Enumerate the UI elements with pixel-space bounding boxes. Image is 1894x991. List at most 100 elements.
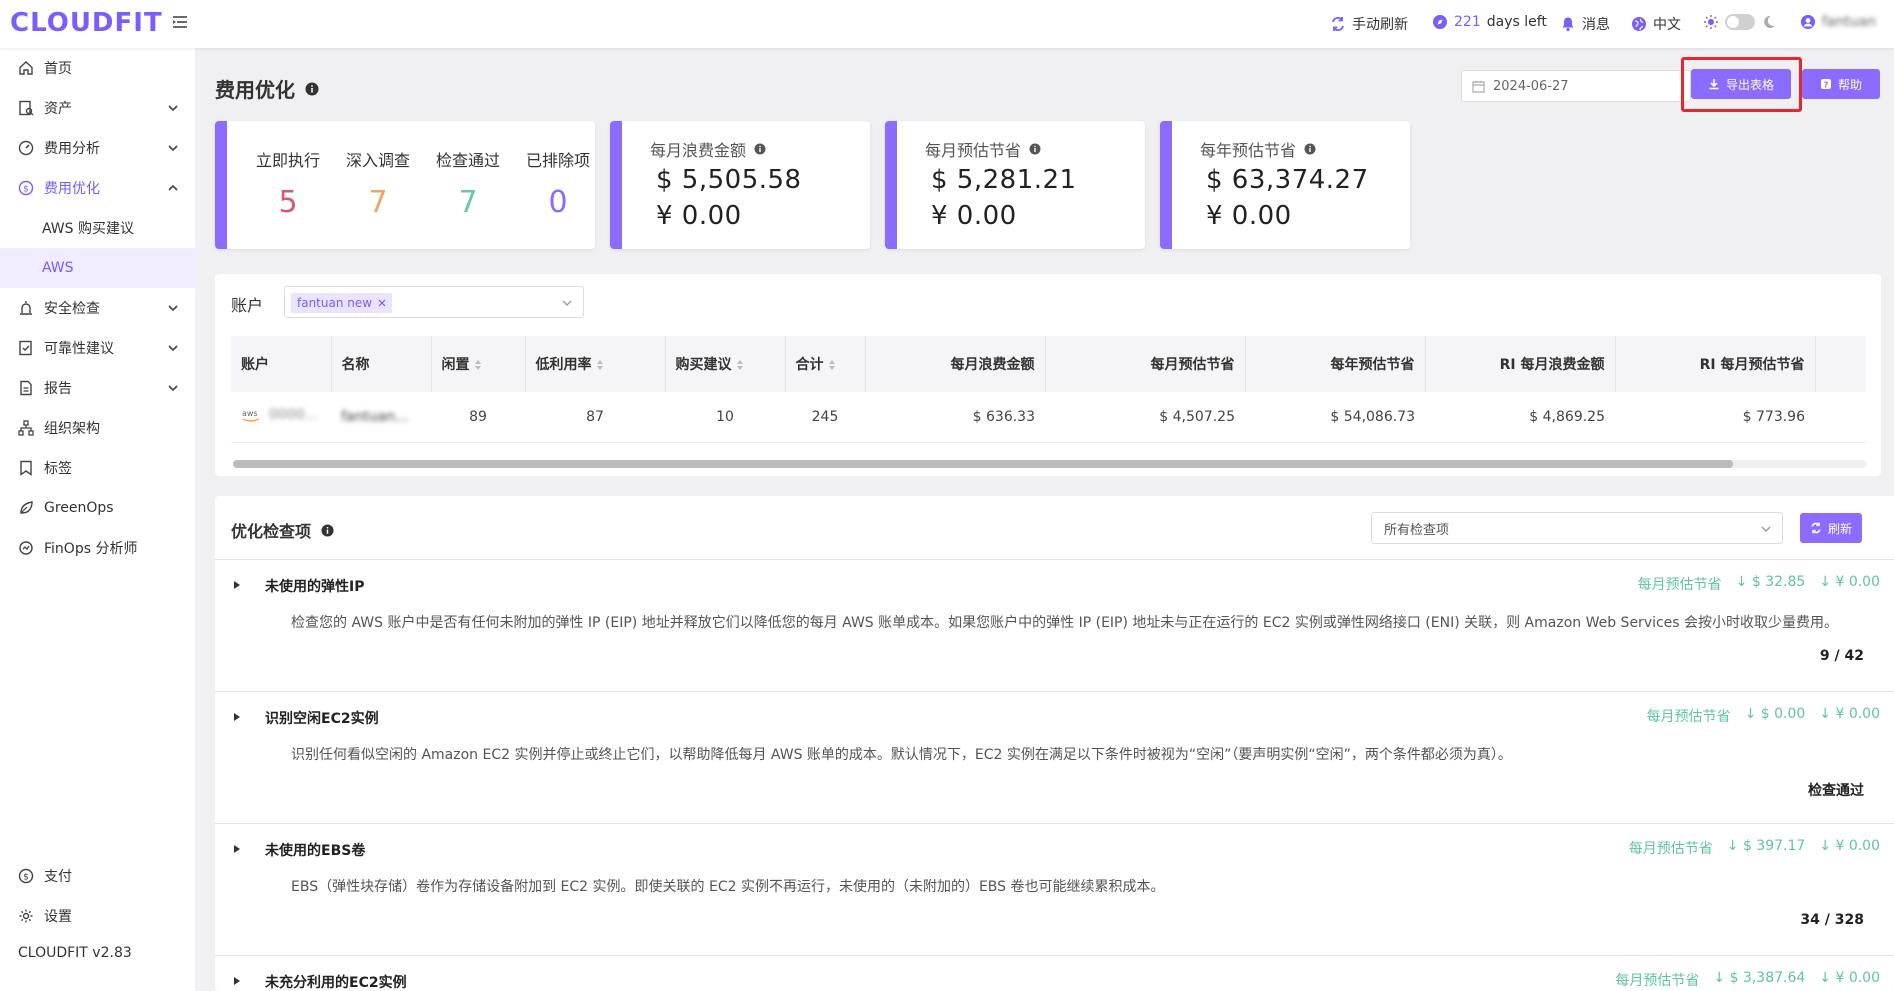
column-header-yearly-saving: 每年预估节省 <box>1245 336 1426 392</box>
messages-button[interactable]: 消息 <box>1560 14 1610 34</box>
stat-label: 深入调查 <box>345 151 410 170</box>
language-switch[interactable]: 中文 <box>1631 14 1681 34</box>
sort-icon[interactable] <box>828 359 836 371</box>
monthly-saving-card: 每月预估节省 $ 5,281.21 ¥ 0.00 <box>885 121 1145 249</box>
column-header-purchase[interactable]: 购买建议 <box>665 336 786 392</box>
check-item[interactable]: 未使用的弹性IP 每月预估节省 ↓ $ 32.85 ↓ ¥ 0.00 检查您的 … <box>215 560 1894 692</box>
menu-toggle-icon[interactable] <box>172 14 188 30</box>
org-chart-icon <box>18 420 34 436</box>
days-text: days left <box>1486 14 1547 30</box>
sidebar-item-settings[interactable]: 设置 <box>0 896 195 936</box>
column-header-idle[interactable]: 闲置 <box>431 336 526 392</box>
date-picker[interactable]: 2024-06-27 <box>1461 70 1691 102</box>
svg-text:$: $ <box>23 873 29 883</box>
sidebar: 首页 资产 费用分析 $ 费用优化 AWS 购买建议 AWS 安全检查 可靠性建… <box>0 48 195 991</box>
stat-excluded[interactable]: 已排除项 0 <box>513 147 595 220</box>
checklist-icon <box>18 340 34 356</box>
cell-low-util: 87 <box>525 392 665 443</box>
stat-passed[interactable]: 检查通过 7 <box>423 147 513 220</box>
saving-cny: ↓ ¥ 0.00 <box>1819 574 1880 590</box>
sidebar-item-security[interactable]: 安全检查 <box>0 288 195 328</box>
saving-usd: ↓ $ 32.85 <box>1735 574 1806 590</box>
sidebar-item-cost-analysis[interactable]: 费用分析 <box>0 128 195 168</box>
sidebar-item-greenops[interactable]: GreenOps <box>0 488 195 528</box>
sidebar-item-finops-analyst[interactable]: FinOps 分析师 <box>0 528 195 568</box>
account-tag[interactable]: fantuan new <box>291 293 393 313</box>
column-header-monthly-saving: 每月预估节省 <box>1045 336 1246 392</box>
sort-icon[interactable] <box>736 359 744 371</box>
caret-right-icon[interactable] <box>233 712 241 722</box>
sidebar-item-label: 可靠性建议 <box>44 341 114 357</box>
info-icon[interactable] <box>1029 143 1041 155</box>
theme-switch[interactable] <box>1703 14 1777 30</box>
gear-icon <box>18 908 34 924</box>
sidebar-item-tags[interactable]: 标签 <box>0 448 195 488</box>
stat-investigate[interactable]: 深入调查 7 <box>333 147 423 220</box>
sort-icon[interactable] <box>596 359 604 371</box>
sidebar-item-aws-purchase[interactable]: AWS 购买建议 <box>0 208 195 248</box>
check-filter-select[interactable]: 所有检查项 <box>1371 512 1783 544</box>
saving-label: 每月预估节省 <box>1646 709 1731 725</box>
help-icon: ? <box>1820 78 1832 90</box>
filter-value: 所有检查项 <box>1384 522 1450 538</box>
manual-refresh-button[interactable]: 手动刷新 <box>1330 14 1408 34</box>
days-count: 221 <box>1454 14 1481 30</box>
sidebar-item-home[interactable]: 首页 <box>0 48 195 88</box>
account-select[interactable]: fantuan new <box>284 286 584 318</box>
column-header-low-util[interactable]: 低利用率 <box>525 336 666 392</box>
export-table-button[interactable]: 导出表格 <box>1691 69 1791 99</box>
chevron-down-icon <box>167 302 179 314</box>
scrollbar-thumb[interactable] <box>233 460 1733 468</box>
table-row[interactable]: aws 0000... fantuan... 89 87 10 245 $ 636… <box>231 392 1866 443</box>
sidebar-item-payment[interactable]: $ 支付 <box>0 856 195 896</box>
cell-purchase: 10 <box>665 392 785 443</box>
monthly-waste-card: 每月浪费金额 $ 5,505.58 ¥ 0.00 <box>610 121 870 249</box>
page-title: 费用优化 <box>215 74 319 103</box>
horizontal-scrollbar[interactable] <box>233 460 1866 468</box>
caret-right-icon[interactable] <box>233 580 241 590</box>
sidebar-item-label: 支付 <box>44 869 72 885</box>
refresh-button[interactable]: 刷新 <box>1800 513 1862 543</box>
app-logo[interactable]: CLOUDFIT <box>10 8 163 38</box>
sort-icon[interactable] <box>474 359 482 371</box>
sidebar-item-reliability[interactable]: 可靠性建议 <box>0 328 195 368</box>
stat-value: 7 <box>458 185 478 220</box>
gauge-icon <box>18 140 34 156</box>
usd-amount: $ 5,505.58 <box>656 165 802 195</box>
stat-immediate[interactable]: 立即执行 5 <box>243 147 333 220</box>
saving-cny: ↓ ¥ 0.00 <box>1819 838 1880 854</box>
card-label: 每年预估节省 <box>1200 137 1316 161</box>
info-icon[interactable] <box>321 523 334 537</box>
sidebar-item-assets[interactable]: 资产 <box>0 88 195 128</box>
sun-icon <box>1703 14 1719 30</box>
aws-logo-icon: aws <box>241 408 263 422</box>
chevron-up-icon <box>167 182 179 194</box>
help-button[interactable]: ? 帮助 <box>1802 69 1880 99</box>
check-savings: 每月预估节省 ↓ $ 32.85 ↓ ¥ 0.00 <box>1638 574 1880 594</box>
column-header-total[interactable]: 合计 <box>785 336 866 392</box>
caret-right-icon[interactable] <box>233 976 241 986</box>
chevron-down-icon <box>167 142 179 154</box>
refresh-icon <box>1810 522 1822 534</box>
theme-toggle[interactable] <box>1725 14 1755 30</box>
sidebar-item-org[interactable]: 组织架构 <box>0 408 195 448</box>
user-menu[interactable]: fantuan <box>1800 14 1876 30</box>
alarm-icon <box>18 300 34 316</box>
check-count: 检查通过 <box>1808 783 1864 799</box>
analyst-icon <box>18 540 34 556</box>
manual-refresh-label: 手动刷新 <box>1352 17 1408 33</box>
check-item[interactable]: 识别空闲EC2实例 每月预估节省 ↓ $ 0.00 ↓ ¥ 0.00 识别任何看… <box>215 692 1894 824</box>
close-icon[interactable] <box>378 299 386 307</box>
info-icon[interactable] <box>1304 143 1316 155</box>
info-icon[interactable] <box>305 82 319 96</box>
info-icon[interactable] <box>754 143 766 155</box>
sidebar-item-aws[interactable]: AWS <box>0 248 195 288</box>
page-title-text: 费用优化 <box>215 78 295 102</box>
check-item[interactable]: 未使用的EBS卷 每月预估节省 ↓ $ 397.17 ↓ ¥ 0.00 EBS（… <box>215 824 1894 956</box>
caret-right-icon[interactable] <box>233 844 241 854</box>
sidebar-item-cost-optimization[interactable]: $ 费用优化 <box>0 168 195 208</box>
sidebar-item-reports[interactable]: 报告 <box>0 368 195 408</box>
check-item[interactable]: 未充分利用的EC2实例 每月预估节省 ↓ $ 3,387.64 ↓ ¥ 0.00 <box>215 956 1894 991</box>
saving-label: 每月预估节省 <box>1615 973 1700 989</box>
saving-usd: ↓ $ 397.17 <box>1726 838 1806 854</box>
